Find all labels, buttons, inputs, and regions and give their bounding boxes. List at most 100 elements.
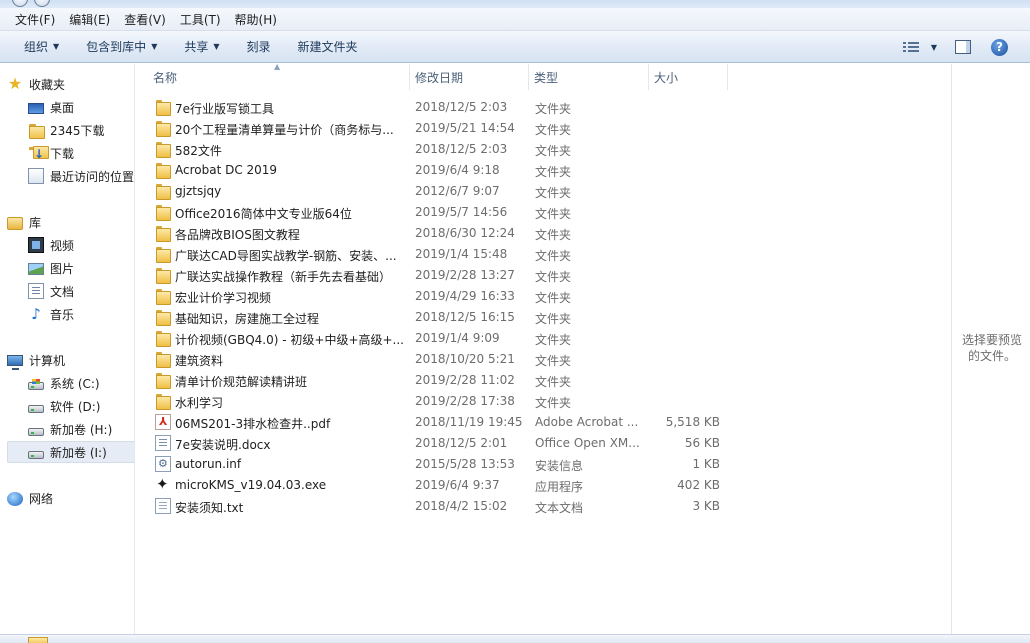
column-header-size[interactable]: 大小 (649, 64, 728, 90)
nav-item-label: 软件 (D:) (50, 399, 101, 414)
file-name: 计价视频(GBQ4.0) - 初级+中级+高级+... (175, 333, 403, 347)
file-row[interactable]: microKMS_v19.04.03.exe 2019/6/4 9:37 应用程序 4… (148, 475, 728, 496)
nav-computer[interactable]: 计算机 (7, 349, 134, 371)
file-date: 2019/2/28 13:27 (415, 268, 515, 282)
menu-view[interactable]: 查看(V) (117, 9, 173, 30)
folder-icon (155, 330, 171, 347)
help-icon[interactable]: ? (991, 38, 1008, 56)
menu-tools[interactable]: 工具(T) (173, 9, 228, 30)
file-name: microKMS_v19.04.03.exe (175, 478, 327, 492)
file-name: Acrobat DC 2019 (175, 163, 278, 177)
file-row[interactable]: Office2016简体中文专业版64位 2019/5/7 14:56 文件夹 (148, 202, 728, 223)
file-name: 20个工程量清单算量与计价（商务标与... (175, 123, 394, 137)
column-header-name[interactable]: 名称 (148, 64, 410, 90)
burn-button[interactable]: 刻录 (239, 35, 279, 58)
folder-icon (155, 99, 171, 116)
folder-icon (155, 351, 171, 368)
document-library-icon (28, 283, 44, 299)
menu-edit[interactable]: 编辑(E) (62, 9, 117, 30)
nav-item-label: 文档 (50, 284, 75, 299)
nav-libraries-label: 库 (29, 215, 42, 230)
nav-libraries[interactable]: 库 (7, 211, 134, 233)
new-folder-button[interactable]: 新建文件夹 (290, 35, 366, 58)
nav-item-drive-h[interactable]: 新加卷 (H:) (28, 418, 134, 440)
column-header-type[interactable]: 类型 (529, 64, 649, 90)
back-button-icon[interactable] (12, 0, 28, 7)
file-date: 2018/12/5 2:03 (415, 142, 508, 156)
column-header-date[interactable]: 修改日期 (410, 64, 529, 90)
menu-help[interactable]: 帮助(H) (228, 9, 284, 30)
column-header-row: ▲ 名称 修改日期 类型 大小 (136, 64, 951, 90)
file-row[interactable]: 06MS201-3排水检查井..pdf 2018/11/19 19:45 Adobe… (148, 412, 728, 433)
file-row[interactable]: 20个工程量清单算量与计价（商务标与... 2019/5/21 14:54 文件夹 (148, 118, 728, 139)
nav-item-drive-i[interactable]: 新加卷 (I:) (7, 441, 134, 463)
file-row[interactable]: 水利学习 2019/2/28 17:38 文件夹 (148, 391, 728, 412)
file-row[interactable]: 清单计价规范解读精讲班 2019/2/28 11:02 文件夹 (148, 370, 728, 391)
nav-item-drive-c[interactable]: 系统 (C:) (28, 372, 134, 394)
nav-item-label: 桌面 (50, 100, 75, 115)
file-type: 文件夹 (535, 144, 572, 158)
file-row[interactable]: 582文件 2018/12/5 2:03 文件夹 (148, 139, 728, 160)
file-name: 建筑资料 (175, 354, 224, 368)
file-date: 2019/5/7 14:56 (415, 205, 508, 219)
file-type: 文件夹 (535, 186, 572, 200)
nav-favorites[interactable]: ★ 收藏夹 (7, 73, 134, 95)
preview-message: 选择要预览的文件。 (961, 333, 1022, 363)
preview-pane-icon[interactable] (955, 40, 971, 54)
share-button[interactable]: 共享 ▼ (176, 35, 227, 58)
file-row[interactable]: 计价视频(GBQ4.0) - 初级+中级+高级+... 2019/1/4 9:09… (148, 328, 728, 349)
file-row[interactable]: 广联达实战操作教程（新手先去看基础） 2019/2/28 13:27 文件夹 (148, 265, 728, 286)
nav-network[interactable]: 网络 (7, 487, 134, 509)
nav-item-documents[interactable]: 文档 (28, 280, 134, 302)
nav-item-2345-downloads[interactable]: 2345下载 (28, 119, 134, 141)
file-row[interactable]: 建筑资料 2018/10/20 5:21 文件夹 (148, 349, 728, 370)
forward-button-icon[interactable] (34, 0, 50, 7)
nav-item-label: 新加卷 (H:) (50, 422, 113, 437)
command-bar: 组织 ▼ 包含到库中 ▼ 共享 ▼ 刻录 新建文件夹 ▼ ? (0, 31, 1030, 63)
organize-button[interactable]: 组织 ▼ (16, 35, 67, 58)
folder-icon (28, 637, 48, 643)
file-row[interactable]: 广联达CAD导图实战教学-钢筋、安装、... 2019/1/4 15:48 文件夹 (148, 244, 728, 265)
hard-drive-icon (28, 450, 44, 459)
file-row[interactable]: Acrobat DC 2019 2019/6/4 9:18 文件夹 (148, 160, 728, 181)
nav-item-label: 最近访问的位置 (50, 169, 135, 184)
file-type: 安装信息 (535, 459, 584, 473)
nav-item-videos[interactable]: 视频 (28, 234, 134, 256)
organize-label: 组织 (24, 40, 49, 54)
include-in-library-label: 包含到库中 (86, 40, 147, 54)
column-name-label: 名称 (153, 70, 178, 85)
nav-item-downloads[interactable]: 下载 (28, 142, 134, 164)
file-date: 2019/2/28 11:02 (415, 373, 515, 387)
file-date: 2019/4/29 16:33 (415, 289, 515, 303)
file-row[interactable]: 基础知识，房建施工全过程 2018/12/5 16:15 文件夹 (148, 307, 728, 328)
file-row[interactable]: 7e行业版写锁工具 2018/12/5 2:03 文件夹 (148, 97, 728, 118)
star-icon: ★ (7, 74, 23, 93)
nav-item-pictures[interactable]: 图片 (28, 257, 134, 279)
file-row[interactable]: 宏业计价学习视频 2019/4/29 16:33 文件夹 (148, 286, 728, 307)
file-row[interactable]: autorun.inf 2015/5/28 13:53 安装信息 1 KB (148, 454, 728, 475)
file-row[interactable]: 安装须知.txt 2018/4/2 15:02 文本文档 3 KB (148, 496, 728, 517)
nav-item-recent-places[interactable]: 最近访问的位置 (28, 165, 135, 187)
include-in-library-button[interactable]: 包含到库中 ▼ (78, 35, 165, 58)
toolbar-right-group: ▼ ? (902, 31, 1030, 63)
file-type: 文件夹 (535, 165, 572, 179)
file-row[interactable]: gjztsjqy 2012/6/7 9:07 文件夹 (148, 181, 728, 202)
file-row[interactable]: 7e安装说明.docx 2018/12/5 2:01 Office Open XM.… (148, 433, 728, 454)
nav-item-drive-d[interactable]: 软件 (D:) (28, 395, 134, 417)
file-name: 各品牌改BIOS图文教程 (175, 228, 300, 242)
chevron-down-icon: ▼ (53, 42, 60, 51)
file-size: 5,518 KB (665, 415, 720, 429)
folder-icon (155, 204, 171, 221)
nav-item-label: 视频 (50, 238, 75, 253)
folder-icon (28, 122, 45, 139)
file-name: 582文件 (175, 144, 222, 158)
nav-item-music[interactable]: ♪ 音乐 (28, 303, 134, 325)
file-date: 2018/10/20 5:21 (415, 352, 515, 366)
menu-file[interactable]: 文件(F) (8, 9, 62, 30)
change-view-button[interactable]: ▼ (902, 41, 937, 53)
nav-item-label: 音乐 (50, 307, 75, 322)
desktop-icon (28, 102, 44, 114)
system-drive-icon (28, 378, 44, 390)
nav-item-desktop[interactable]: 桌面 (28, 96, 134, 118)
file-row[interactable]: 各品牌改BIOS图文教程 2018/6/30 12:24 文件夹 (148, 223, 728, 244)
